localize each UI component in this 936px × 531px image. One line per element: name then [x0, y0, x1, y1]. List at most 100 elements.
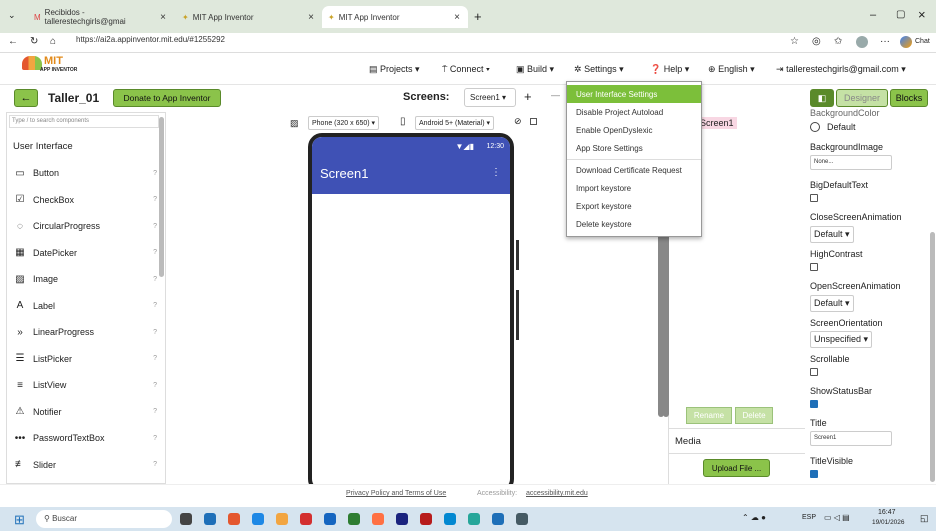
- android-select[interactable]: Android 5+ (Material) ▾: [415, 116, 495, 130]
- help-icon[interactable]: ?: [153, 461, 157, 468]
- prop-showstatusbar-checkbox[interactable]: [810, 400, 818, 408]
- prop-backgroundimage-field[interactable]: None...: [810, 155, 892, 170]
- star-icon[interactable]: ☆: [790, 36, 799, 47]
- help-icon[interactable]: ?: [153, 276, 157, 283]
- copilot-icon[interactable]: [900, 36, 912, 48]
- close-window-icon[interactable]: ×: [918, 7, 926, 22]
- palette-item-checkbox[interactable]: ☑ CheckBox?: [13, 190, 157, 210]
- logo-title[interactable]: MIT: [44, 55, 63, 67]
- taskbar-app-icon[interactable]: [180, 513, 192, 525]
- prop-scrollable-checkbox[interactable]: [810, 368, 818, 376]
- browser-tab-ai2[interactable]: ✦ MIT App Inventor ×: [322, 6, 468, 28]
- mit-logo-icon[interactable]: [22, 56, 42, 70]
- tab-list-icon[interactable]: ⌄: [8, 10, 16, 21]
- prop-titlevisible-checkbox[interactable]: [810, 470, 818, 478]
- menu-item-disable-autoload[interactable]: Disable Project Autoload: [567, 103, 701, 121]
- home-icon[interactable]: ⌂: [50, 36, 56, 47]
- device-select[interactable]: Phone (320 x 650) ▾: [308, 116, 380, 130]
- prop-openanim-select[interactable]: Default ▾: [810, 295, 854, 312]
- menu-settings[interactable]: ✲ Settings ▾: [574, 64, 624, 75]
- component-screen1[interactable]: Screen1: [697, 117, 737, 129]
- minimize-icon[interactable]: –: [870, 9, 876, 21]
- reload-icon[interactable]: ↻: [30, 36, 38, 47]
- palette-item-circularprogress[interactable]: ◌ CircularProgress?: [13, 216, 157, 236]
- close-icon[interactable]: ×: [454, 12, 460, 23]
- menu-projects[interactable]: ▤ Projects ▾: [369, 64, 420, 75]
- chat-label[interactable]: Chat: [915, 38, 930, 45]
- prop-orientation-select[interactable]: Unspecified ▾: [810, 331, 873, 348]
- palette-scrollbar[interactable]: [159, 117, 164, 277]
- palette-item-notifier[interactable]: ⚠ Notifier?: [13, 402, 157, 422]
- more-icon[interactable]: ···: [880, 36, 890, 47]
- taskbar-app-icon[interactable]: [252, 513, 264, 525]
- favorites-icon[interactable]: ✩: [834, 36, 842, 47]
- prop-highcontrast-checkbox[interactable]: [810, 263, 818, 271]
- network-volume-icon[interactable]: ▭ ◁ ▤: [824, 513, 850, 522]
- taskbar-search[interactable]: ⚲ Buscar: [36, 510, 172, 528]
- menu-build[interactable]: ▣ Build ▾: [516, 64, 554, 75]
- taskbar-app-icon[interactable]: [348, 513, 360, 525]
- close-icon[interactable]: ×: [160, 12, 166, 23]
- menu-item-opendyslexic[interactable]: Enable OpenDyslexic: [567, 121, 701, 139]
- blocks-button[interactable]: Blocks: [890, 89, 928, 107]
- prop-title-field[interactable]: Screen1: [810, 431, 892, 446]
- taskbar-app-icon[interactable]: [396, 513, 408, 525]
- menu-help[interactable]: ❓ Help ▾: [650, 64, 689, 75]
- menu-item-import-keystore[interactable]: Import keystore: [567, 179, 701, 197]
- remove-screen-button[interactable]: —: [551, 90, 560, 100]
- profile-avatar[interactable]: [856, 36, 868, 48]
- help-icon[interactable]: ?: [153, 302, 157, 309]
- url-field[interactable]: https://ai2a.appinventor.mit.edu/#125529…: [76, 35, 225, 44]
- new-tab-icon[interactable]: +: [474, 9, 482, 24]
- upload-file-button[interactable]: Upload File ...: [703, 459, 770, 477]
- palette-item-datepicker[interactable]: ▦ DatePicker?: [13, 243, 157, 263]
- notification-icon[interactable]: ◱: [920, 513, 929, 524]
- prop-closeanim-select[interactable]: Default ▾: [810, 226, 854, 243]
- taskbar-app-icon[interactable]: [228, 513, 240, 525]
- tray-icons[interactable]: ⌃ ☁ ●: [742, 513, 766, 522]
- overflow-menu-icon[interactable]: ⋮: [491, 167, 501, 178]
- help-icon[interactable]: ?: [153, 355, 157, 362]
- rename-button[interactable]: Rename: [686, 407, 732, 424]
- donate-button[interactable]: Donate to App Inventor: [113, 89, 221, 107]
- prop-bigdefaulttext-checkbox[interactable]: [810, 194, 818, 202]
- taskbar-app-icon[interactable]: [468, 513, 480, 525]
- palette-item-linearprogress[interactable]: » LinearProgress?: [13, 322, 157, 342]
- taskbar-app-icon[interactable]: [372, 513, 384, 525]
- properties-scrollbar[interactable]: [930, 232, 935, 482]
- help-icon[interactable]: ?: [153, 196, 157, 203]
- help-icon[interactable]: ?: [153, 382, 157, 389]
- menu-account[interactable]: ⇥ tallerestechgirls@gmail.com ▾: [776, 64, 906, 75]
- palette-item-slider[interactable]: ≢ Slider?: [13, 455, 157, 475]
- palette-item-listview[interactable]: ≡ ListView?: [13, 375, 157, 395]
- menu-connect[interactable]: ⍑ Connect ▾: [442, 64, 490, 75]
- restore-icon[interactable]: ▢: [896, 9, 905, 20]
- palette-item-passwordtextbox[interactable]: ••• PasswordTextBox?: [13, 428, 157, 448]
- menu-language[interactable]: ⊕ English ▾: [708, 64, 755, 75]
- language-indicator[interactable]: ESP: [802, 514, 816, 521]
- taskbar-app-icon[interactable]: [444, 513, 456, 525]
- palette-item-label[interactable]: A Label?: [13, 296, 157, 316]
- taskbar-app-icon[interactable]: [420, 513, 432, 525]
- extensions-icon[interactable]: ◎: [812, 36, 821, 47]
- menu-item-download-cert[interactable]: Download Certificate Request: [567, 161, 701, 179]
- browser-tab-ai1[interactable]: ✦ MIT App Inventor ×: [176, 6, 322, 28]
- palette-category[interactable]: User Interface: [13, 141, 73, 152]
- clock-date[interactable]: 19/01/2026: [872, 519, 905, 526]
- taskbar-app-icon[interactable]: [492, 513, 504, 525]
- help-icon[interactable]: ?: [153, 435, 157, 442]
- accessibility-link[interactable]: accessibility.mit.edu: [526, 490, 588, 497]
- taskbar-app-icon[interactable]: [324, 513, 336, 525]
- back-icon[interactable]: ←: [8, 36, 18, 47]
- menu-item-export-keystore[interactable]: Export keystore: [567, 197, 701, 215]
- close-icon[interactable]: ×: [308, 12, 314, 23]
- taskbar-app-icon[interactable]: [300, 513, 312, 525]
- taskbar-app-icon[interactable]: [276, 513, 288, 525]
- back-button[interactable]: ←: [14, 89, 38, 107]
- palette-search-input[interactable]: Type / to search components: [9, 115, 159, 128]
- add-screen-button[interactable]: +: [524, 89, 532, 104]
- help-icon[interactable]: ?: [153, 223, 157, 230]
- screen-select[interactable]: Screen1 ▾: [464, 88, 516, 107]
- help-icon[interactable]: ?: [153, 408, 157, 415]
- palette-toggle-icon[interactable]: ◧: [810, 89, 834, 107]
